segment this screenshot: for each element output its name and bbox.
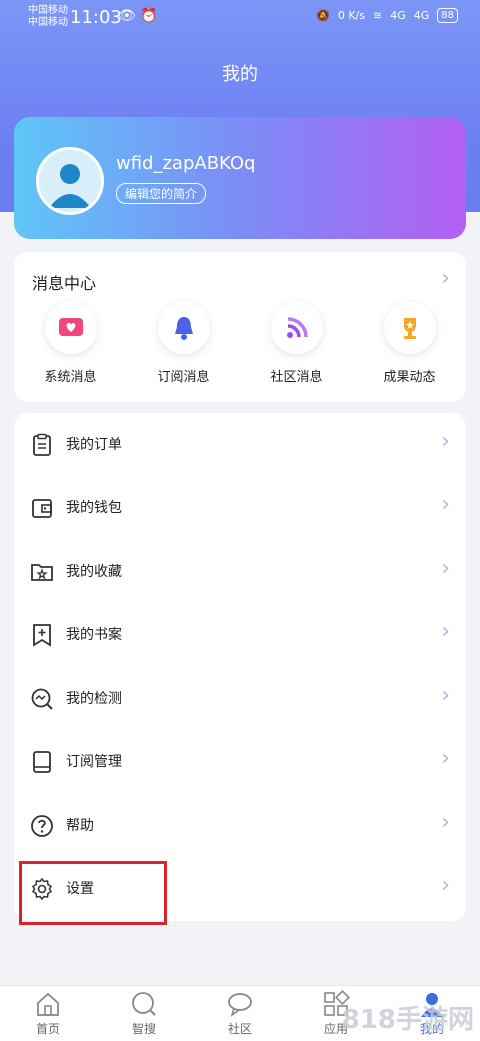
chevron-right-icon: › — [441, 873, 450, 898]
subscription-message-label: 订阅消息 — [157, 370, 210, 385]
menu-label-wallet: 我的钱包 — [66, 500, 122, 516]
wallet-icon — [32, 499, 52, 518]
menu-label-detection: 我的检测 — [66, 691, 122, 707]
home-icon — [37, 992, 59, 1016]
chevron-right-icon[interactable]: › — [441, 266, 450, 291]
chevron-right-icon: › — [441, 746, 450, 771]
system-message-item[interactable]: 系统消息 — [14, 302, 127, 385]
watermark: 818手游网 — [341, 1005, 474, 1035]
chevron-right-icon: › — [441, 619, 450, 644]
message-center-card: 消息中心 › 系统消息 订阅消息 社区消息 成果动态 — [14, 252, 466, 402]
menu-label-favorites: 我的收藏 — [66, 564, 122, 580]
menu-item-orders[interactable]: 我的订单 › — [14, 413, 466, 475]
tab-home-label: 首页 — [35, 1022, 60, 1036]
chevron-right-icon: › — [441, 556, 450, 581]
community-message-item[interactable]: 社区消息 — [240, 302, 353, 385]
heart-message-icon — [44, 302, 97, 354]
menu-item-wallet[interactable]: 我的钱包 › — [14, 476, 466, 538]
menu-label-help: 帮助 — [66, 818, 94, 834]
status-bar: 中国移动 中国移动 11:03 👁 ⏰ 🔕 0 K/s ≋ 4G 4G 88 — [0, 0, 480, 36]
help-icon — [31, 815, 53, 837]
menu-label-bookdesk: 我的书案 — [66, 627, 122, 643]
trophy-icon — [383, 302, 436, 354]
rss-icon — [270, 302, 323, 354]
carrier-label: 中国移动 中国移动 — [28, 5, 68, 29]
bookmark-plus-icon — [33, 624, 51, 647]
menu-item-detection[interactable]: 我的检测 › — [14, 667, 466, 729]
achievement-label: 成果动态 — [383, 370, 436, 385]
chat-icon — [228, 993, 252, 1017]
alarm-icon: ⏰ — [140, 8, 158, 24]
subscription-message-item[interactable]: 订阅消息 — [127, 302, 240, 385]
book-icon — [33, 751, 51, 773]
tab-community[interactable]: 社区 — [192, 986, 288, 1041]
battery-indicator: 88 — [437, 8, 458, 23]
message-center-title: 消息中心 — [32, 274, 97, 293]
tab-home[interactable]: 首页 — [0, 986, 96, 1041]
tab-search[interactable]: 智搜 — [96, 986, 192, 1041]
chevron-right-icon: › — [441, 429, 450, 454]
menu-item-subscriptions[interactable]: 订阅管理 › — [14, 730, 466, 792]
status-right: 🔕 0 K/s ≋ 4G 4G 88 — [316, 8, 458, 23]
wifi-icon: ≋ — [372, 9, 383, 22]
chevron-right-icon: › — [441, 492, 450, 517]
signal-1: 4G — [390, 9, 406, 22]
community-message-label: 社区消息 — [270, 370, 323, 385]
chevron-right-icon: › — [441, 683, 450, 708]
bell-icon — [157, 302, 210, 354]
avatar[interactable] — [36, 147, 104, 215]
clock: 11:03 — [70, 7, 122, 28]
achievement-item[interactable]: 成果动态 — [353, 302, 466, 385]
menu-label-orders: 我的订单 — [66, 437, 122, 453]
folder-star-icon — [31, 564, 53, 581]
chart-search-icon — [31, 688, 53, 710]
tab-search-label: 智搜 — [131, 1022, 156, 1036]
profile-card[interactable]: wfid_zapABKOq 编辑您的简介 — [14, 117, 466, 239]
page-title: 我的 — [222, 64, 258, 85]
status-icons: 👁 ⏰ — [118, 8, 158, 24]
menu-item-help[interactable]: 帮助 › — [14, 794, 466, 856]
mute-icon: 🔕 — [316, 9, 330, 22]
chevron-right-icon: › — [441, 810, 450, 835]
menu-item-bookdesk[interactable]: 我的书案 › — [14, 603, 466, 665]
system-message-label: 系统消息 — [44, 370, 97, 385]
eye-icon: 👁 — [118, 8, 136, 24]
username: wfid_zapABKOq — [116, 153, 256, 174]
settings-highlight-box — [19, 861, 167, 925]
net-speed: 0 K/s — [337, 9, 365, 22]
edit-intro-button[interactable]: 编辑您的简介 — [116, 183, 207, 204]
carrier-1: 中国移动 — [28, 5, 68, 16]
clipboard-icon — [33, 433, 51, 456]
signal-2: 4G — [413, 9, 430, 22]
menu-item-favorites[interactable]: 我的收藏 › — [14, 540, 466, 602]
menu-card: 我的订单 › 我的钱包 › 我的收藏 › 我的书案 › 我的检测 › 订阅管理 … — [14, 413, 466, 921]
tab-community-label: 社区 — [227, 1022, 252, 1036]
carrier-2: 中国移动 — [28, 17, 68, 28]
user-avatar-icon — [49, 164, 91, 208]
menu-label-subscriptions: 订阅管理 — [66, 754, 122, 770]
search-icon — [132, 992, 156, 1016]
